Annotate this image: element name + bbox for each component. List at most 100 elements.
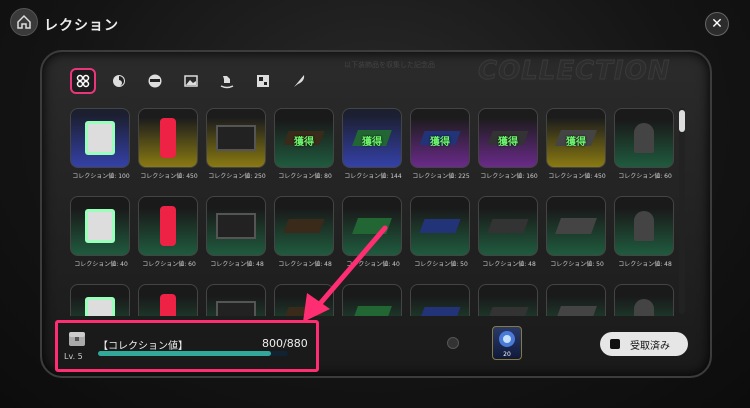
collection-item-thumbnail[interactable]: [478, 284, 538, 316]
collection-item[interactable]: コレクション値: 40: [70, 196, 132, 268]
collection-item[interactable]: コレクション値: 450: [138, 108, 200, 180]
collection-item[interactable]: [614, 284, 676, 316]
collection-item-thumbnail[interactable]: [206, 108, 266, 168]
collection-item-thumbnail[interactable]: [274, 196, 334, 256]
collection-item[interactable]: [138, 284, 200, 316]
collection-item-thumbnail[interactable]: [410, 284, 470, 316]
collection-item[interactable]: [342, 284, 404, 316]
collection-item-thumbnail[interactable]: [138, 284, 198, 316]
grid-scrollbar[interactable]: [679, 108, 685, 314]
home-button[interactable]: [10, 8, 38, 36]
owned-badge: 獲得: [566, 137, 586, 148]
collection-item[interactable]: コレクション値: 40: [342, 196, 404, 268]
feather-icon: [294, 75, 305, 87]
tab-face[interactable]: [142, 68, 168, 94]
collection-item[interactable]: [410, 284, 472, 316]
collection-item-thumbnail[interactable]: [410, 196, 470, 256]
collection-item-value: コレクション値: 48: [618, 261, 672, 268]
collection-item-thumbnail[interactable]: [614, 284, 674, 316]
owned-badge: 獲得: [362, 137, 382, 148]
claimed-button[interactable]: 受取済み: [600, 332, 688, 356]
furniture-icon: [555, 306, 597, 316]
furniture-icon: [352, 218, 392, 234]
collection-item[interactable]: [70, 284, 132, 316]
furniture-icon: [216, 125, 256, 151]
collection-item-value: コレクション値: 80: [278, 173, 332, 180]
furniture-icon: [634, 299, 654, 316]
collection-item-thumbnail[interactable]: 獲得: [274, 108, 334, 168]
collection-item[interactable]: コレクション値: 50: [410, 196, 472, 268]
top-bar: レクション ✕: [0, 0, 750, 46]
collection-item[interactable]: コレクション値: 60: [138, 196, 200, 268]
collection-item[interactable]: 獲得 コレクション値: 450: [546, 108, 608, 180]
collection-item[interactable]: [546, 284, 608, 316]
collection-progress-fill: [98, 351, 271, 356]
item-grid-viewport: コレクション値: 100 コレクション値: 450 コレクション値: 250 獲得 コレ…: [70, 108, 676, 316]
furniture-icon: [487, 307, 529, 316]
reward-item[interactable]: 20: [492, 326, 522, 360]
collection-item[interactable]: 獲得 コレクション値: 160: [478, 108, 540, 180]
owned-badge: 獲得: [498, 137, 518, 148]
collection-item-thumbnail[interactable]: [546, 284, 606, 316]
collection-item-thumbnail[interactable]: 獲得: [342, 108, 402, 168]
tab-board[interactable]: [250, 68, 276, 94]
tab-all[interactable]: [70, 68, 96, 94]
collection-item-thumbnail[interactable]: [206, 284, 266, 316]
close-button[interactable]: ✕: [705, 12, 729, 36]
collection-item-thumbnail[interactable]: 獲得: [546, 108, 606, 168]
collection-item[interactable]: [206, 284, 268, 316]
collection-item[interactable]: 獲得 コレクション値: 225: [410, 108, 472, 180]
collection-item-thumbnail[interactable]: [546, 196, 606, 256]
collection-item-thumbnail[interactable]: [138, 108, 198, 168]
category-tabs: [70, 68, 312, 94]
furniture-icon: [487, 219, 529, 233]
furniture-icon: [85, 209, 115, 243]
collection-item-value: コレクション値: 144: [344, 173, 402, 180]
collection-item[interactable]: 獲得コレクション値: 144: [342, 108, 404, 180]
collection-item-thumbnail[interactable]: [70, 108, 130, 168]
claimed-button-label: 受取済み: [630, 340, 670, 352]
collection-value-label: 【コレクション値】: [98, 341, 188, 352]
furniture-icon: [634, 123, 654, 153]
face-icon: [148, 74, 162, 88]
collection-level: Lv. 5: [64, 352, 83, 361]
crystal-icon: [499, 331, 515, 347]
collection-item[interactable]: コレクション値: 48: [274, 196, 336, 268]
collection-item[interactable]: コレクション値: 48: [206, 196, 268, 268]
scrollbar-thumb[interactable]: [679, 110, 685, 132]
collection-item[interactable]: コレクション値: 250: [206, 108, 268, 180]
collection-item[interactable]: コレクション値: 50: [546, 196, 608, 268]
collection-item-thumbnail[interactable]: [206, 196, 266, 256]
collection-item-value: コレクション値: 250: [208, 173, 266, 180]
collection-item-value: コレクション値: 48: [278, 261, 332, 268]
collection-item[interactable]: コレクション値: 60: [614, 108, 676, 180]
furniture-icon: [85, 121, 115, 155]
collection-item-value: コレクション値: 450: [140, 173, 198, 180]
collection-item-thumbnail[interactable]: [614, 196, 674, 256]
collection-item-thumbnail[interactable]: [138, 196, 198, 256]
collection-item[interactable]: コレクション値: 100: [70, 108, 132, 180]
tab-feather[interactable]: [286, 68, 312, 94]
collection-item[interactable]: コレクション値: 48: [614, 196, 676, 268]
furniture-icon: [160, 206, 176, 246]
collection-item[interactable]: [478, 284, 540, 316]
collection-item-value: コレクション値: 40: [74, 261, 128, 268]
collection-item-thumbnail[interactable]: [70, 284, 130, 316]
collection-item-thumbnail[interactable]: [478, 196, 538, 256]
collection-item-thumbnail[interactable]: 獲得: [478, 108, 538, 168]
collection-item-thumbnail[interactable]: 獲得: [410, 108, 470, 168]
collection-item[interactable]: [274, 284, 336, 316]
collection-item[interactable]: 獲得コレクション値: 80: [274, 108, 336, 180]
collection-item[interactable]: コレクション値: 48: [478, 196, 540, 268]
furniture-icon: [283, 307, 325, 316]
collection-item-thumbnail[interactable]: [342, 284, 402, 316]
collection-item-thumbnail[interactable]: [614, 108, 674, 168]
collection-item-thumbnail[interactable]: [274, 284, 334, 316]
tab-skill[interactable]: [106, 68, 132, 94]
collection-item-value: コレクション値: 50: [550, 261, 604, 268]
tab-rocking-horse[interactable]: [214, 68, 240, 94]
collection-item-thumbnail[interactable]: [70, 196, 130, 256]
collection-value-box: Lv. 5 【コレクション値】 800/880: [55, 320, 319, 372]
collection-item-thumbnail[interactable]: [342, 196, 402, 256]
tab-image[interactable]: [178, 68, 204, 94]
